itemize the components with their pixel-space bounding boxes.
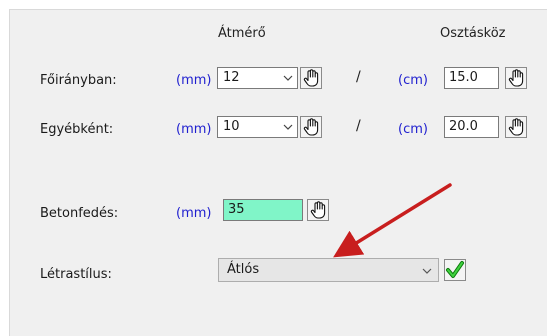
annotation-arrow: [333, 183, 452, 258]
